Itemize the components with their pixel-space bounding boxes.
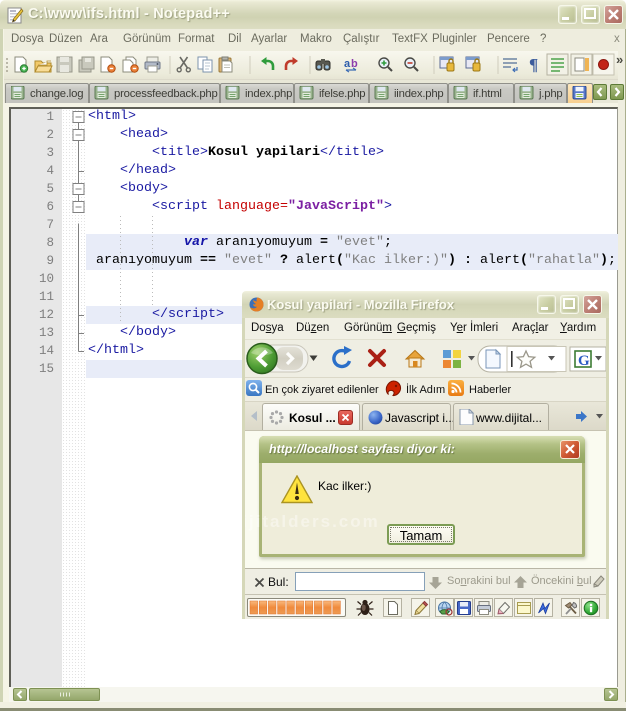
svg-text:a: a xyxy=(344,58,351,70)
svg-text:¶: ¶ xyxy=(529,55,538,74)
svg-text:G: G xyxy=(578,353,590,369)
svg-text:b: b xyxy=(351,58,358,70)
